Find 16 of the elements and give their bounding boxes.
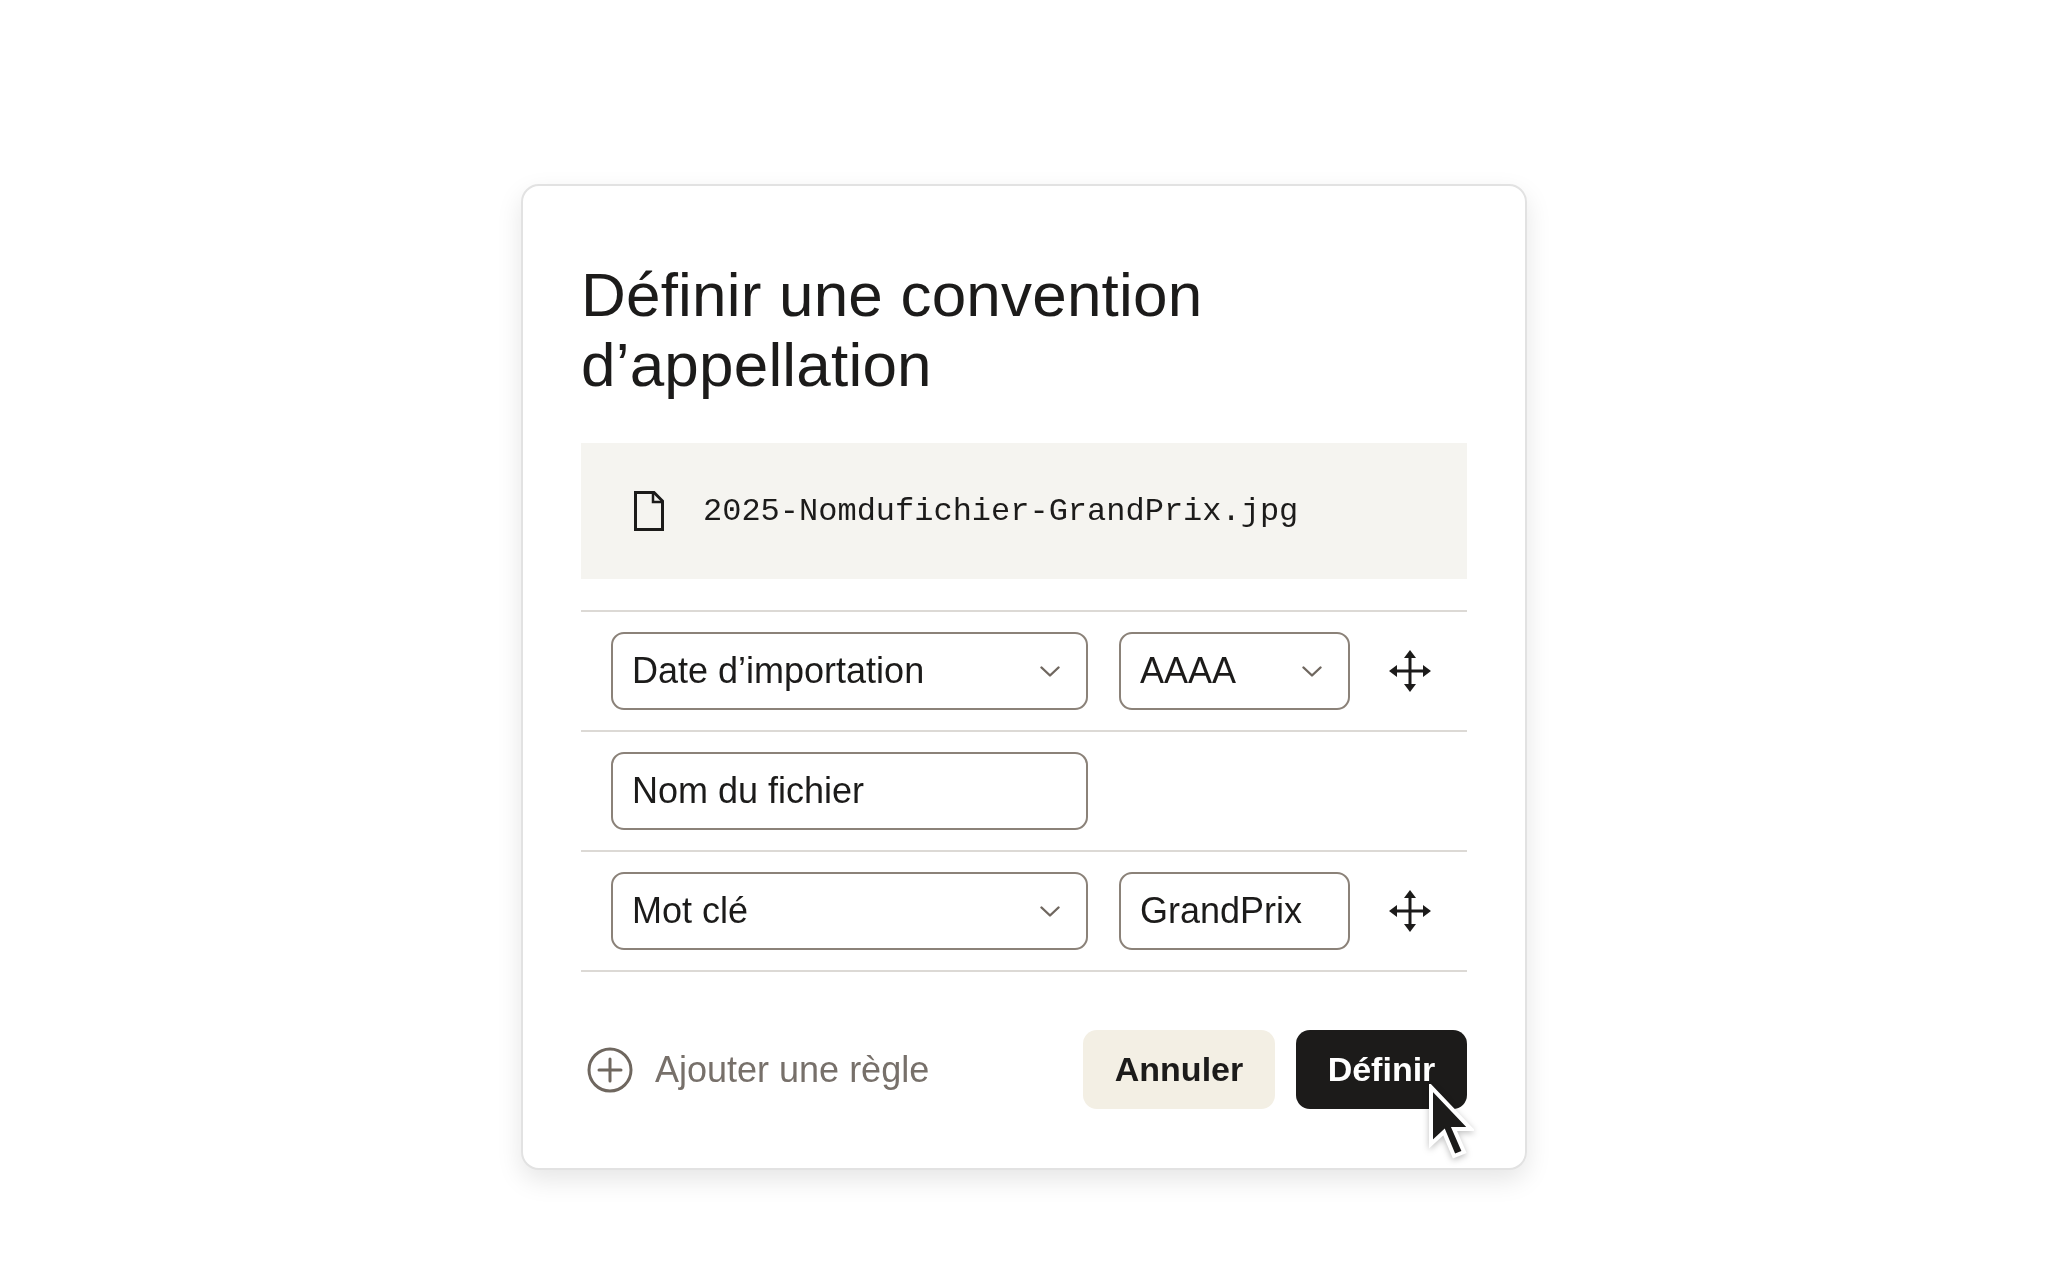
- move-icon[interactable]: [1389, 890, 1431, 932]
- text-field[interactable]: GrandPrix: [1119, 872, 1350, 950]
- text-field[interactable]: Nom du fichier: [611, 752, 1088, 830]
- chevron-down-icon: [1040, 665, 1060, 677]
- dropdown[interactable]: Date d’importation: [611, 632, 1088, 710]
- filename: 2025-Nomdufichier-GrandPrix.jpg: [703, 492, 1299, 530]
- plus-circle-icon: [587, 1046, 633, 1093]
- chevron-down-icon: [1302, 665, 1322, 677]
- dropdown[interactable]: AAAA: [1119, 632, 1350, 710]
- move-icon[interactable]: [1389, 650, 1431, 692]
- document-icon: [634, 491, 664, 531]
- dialog-title: Définir une convention d’appellation: [581, 260, 1204, 400]
- chevron-down-icon: [1040, 905, 1060, 917]
- add-rule-button[interactable]: Ajouter une règle: [587, 1046, 930, 1093]
- dropdown[interactable]: Mot clé: [611, 872, 1088, 950]
- cancel-button[interactable]: Annuler: [1083, 1030, 1275, 1109]
